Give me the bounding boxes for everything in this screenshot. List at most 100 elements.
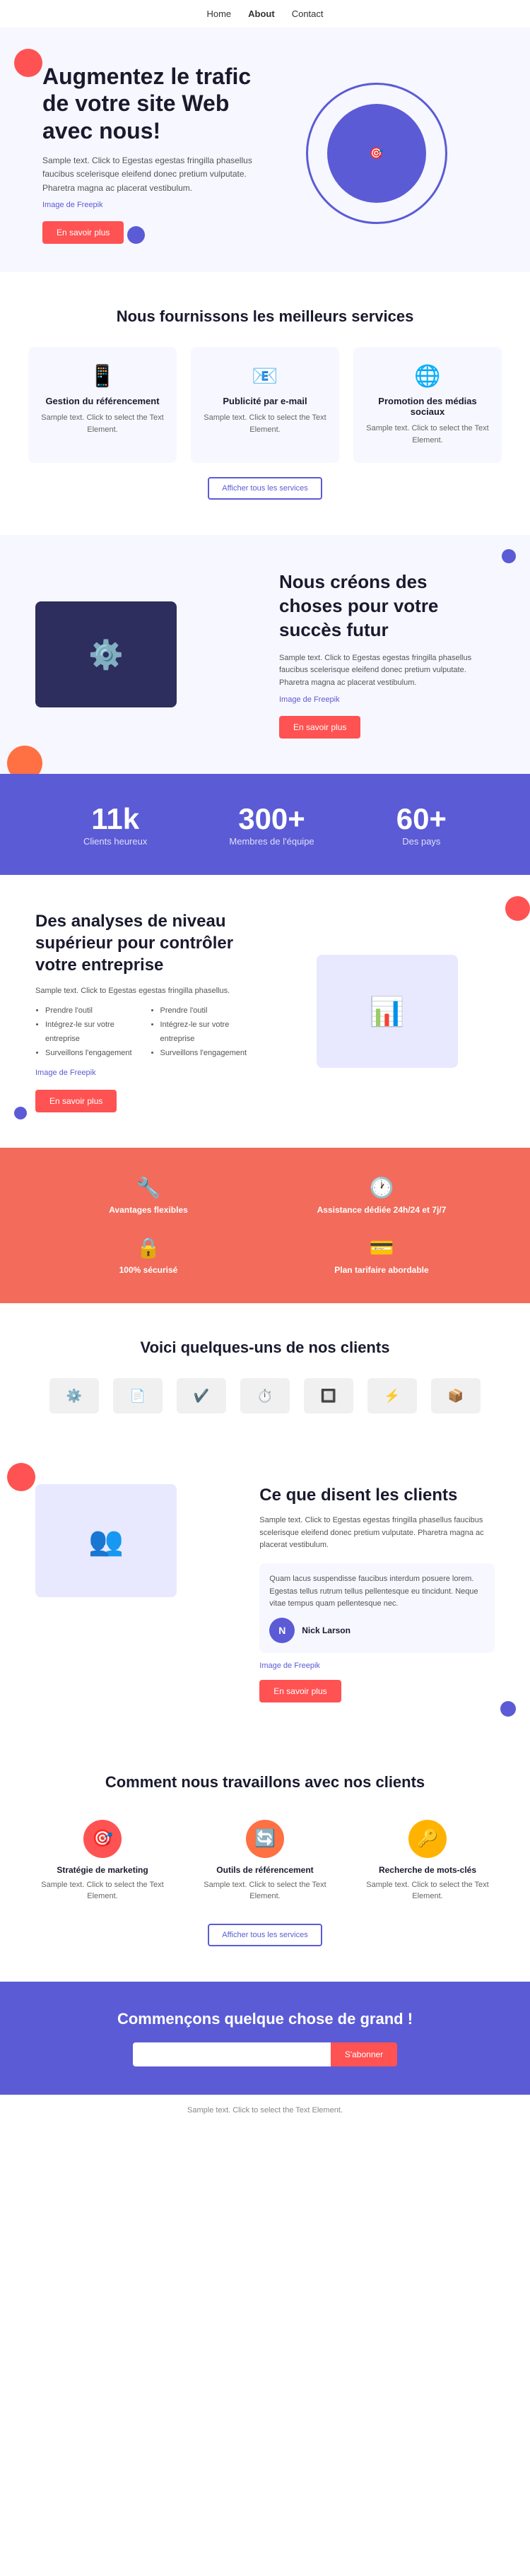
- hero-cta-button[interactable]: En savoir plus: [42, 221, 124, 244]
- analytics-section: Des analyses de niveau supérieur pour co…: [0, 875, 530, 1148]
- seo-icon: 🔄: [246, 1820, 284, 1858]
- service-desc-3: Sample text. Click to select the Text El…: [365, 423, 490, 446]
- list-item: Intégrez-le sur votre entreprise: [45, 1018, 136, 1047]
- how-card-desc-1: Sample text. Click to select the Text El…: [35, 1879, 170, 1902]
- client-logo-4: ⏱️: [240, 1378, 290, 1413]
- feature-item-4: 💳 Plan tarifaire abordable: [276, 1236, 488, 1275]
- hero-image-credit: Image de Freepik: [42, 199, 265, 212]
- analytics-list-col2: Prendre l'outil Intégrez-le sur votre en…: [151, 1004, 252, 1060]
- creation-title: Nous créons des choses pour votre succès…: [279, 570, 495, 642]
- service-icon-1: 📱: [40, 364, 165, 389]
- client-logo-1: ⚙️: [49, 1378, 99, 1413]
- logo-icon-3: ✔️: [194, 1389, 209, 1404]
- keywords-icon: 🔑: [408, 1820, 447, 1858]
- cta-subscribe-button[interactable]: S'abonner: [331, 2042, 397, 2066]
- feature-icon-2: 🕐: [370, 1176, 394, 1199]
- service-title-2: Publicité par e-mail: [202, 396, 328, 406]
- logo-icon-7: 📦: [448, 1389, 464, 1404]
- service-card-1: 📱 Gestion du référencement Sample text. …: [28, 347, 177, 463]
- navbar: Home About Contact: [0, 0, 530, 28]
- analytics-cta-button[interactable]: En savoir plus: [35, 1090, 117, 1112]
- clients-section: Voici quelques-uns de nos clients ⚙️ 📄 ✔…: [0, 1303, 530, 1449]
- feature-item-2: 🕐 Assistance dédiée 24h/24 et 7j/7: [276, 1176, 488, 1215]
- nav-home[interactable]: Home: [206, 8, 231, 19]
- footer-text: Sample text. Click to select the Text El…: [11, 2106, 519, 2115]
- feature-label-3: 100% sécurisé: [119, 1265, 178, 1275]
- analytics-description: Sample text. Click to Egestas egestas fr…: [35, 985, 251, 998]
- cta-email-input[interactable]: [133, 2042, 331, 2066]
- how-card-3: 🔑 Recherche de mots-clés Sample text. Cl…: [353, 1813, 502, 1910]
- hero-target-inner: 🎯: [327, 104, 426, 203]
- creation-image: ⚙️: [35, 601, 251, 707]
- features-section: 🔧 Avantages flexibles 🕐 Assistance dédié…: [0, 1148, 530, 1303]
- testimonial-section: 👥 Ce que disent les clients Sample text.…: [0, 1449, 530, 1738]
- stat-clients-label: Clients heureux: [83, 836, 147, 847]
- services-all-button[interactable]: Afficher tous les services: [208, 477, 322, 500]
- how-card-title-3: Recherche de mots-clés: [360, 1865, 495, 1875]
- testimonial-image: 👥: [35, 1484, 231, 1597]
- stat-countries-label: Des pays: [396, 836, 447, 847]
- how-work-section: Comment nous travaillons avec nos client…: [0, 1738, 530, 1982]
- feature-icon-4: 💳: [370, 1236, 394, 1259]
- how-card-2: 🔄 Outils de référencement Sample text. C…: [191, 1813, 339, 1910]
- list-item: Prendre l'outil: [45, 1004, 136, 1018]
- analytics-image-credit: Image de Freepik: [35, 1067, 251, 1080]
- how-card-1: 🎯 Stratégie de marketing Sample text. Cl…: [28, 1813, 177, 1910]
- footer: Sample text. Click to select the Text El…: [0, 2095, 530, 2126]
- logo-icon-1: ⚙️: [66, 1389, 82, 1404]
- feature-label-1: Avantages flexibles: [109, 1205, 188, 1215]
- stat-team-value: 300+: [229, 802, 314, 836]
- hero-title: Augmentez le trafic de votre site Web av…: [42, 63, 265, 144]
- chart-icon: 📊: [370, 995, 405, 1028]
- blob-red-creation: [7, 746, 42, 774]
- creation-text: Nous créons des choses pour votre succès…: [279, 570, 495, 739]
- creation-screen: ⚙️: [35, 601, 177, 707]
- nav-contact[interactable]: Contact: [292, 8, 324, 19]
- testimonial-cta-button[interactable]: En savoir plus: [259, 1680, 341, 1702]
- reviewer-avatar: N: [269, 1618, 295, 1643]
- service-icon-3: 🌐: [365, 364, 490, 389]
- reviewer-name: Nick Larson: [302, 1625, 351, 1635]
- how-card-title-1: Stratégie de marketing: [35, 1865, 170, 1875]
- creation-description: Sample text. Click to Egestas egestas fr…: [279, 652, 495, 690]
- list-item: Surveillons l'engagement: [45, 1047, 136, 1061]
- creation-cta-button[interactable]: En savoir plus: [279, 716, 360, 739]
- service-desc-2: Sample text. Click to select the Text El…: [202, 412, 328, 435]
- hero-text: Augmentez le trafic de votre site Web av…: [42, 63, 265, 244]
- feature-label-2: Assistance dédiée 24h/24 et 7j/7: [317, 1205, 447, 1215]
- blob-red-hero: [14, 49, 42, 77]
- how-work-all-button[interactable]: Afficher tous les services: [208, 1924, 322, 1946]
- clients-title: Voici quelques-uns de nos clients: [28, 1339, 502, 1357]
- stat-clients-value: 11k: [83, 802, 147, 836]
- client-logo-6: ⚡: [367, 1378, 417, 1413]
- creation-section: ⚙️ Nous créons des choses pour votre suc…: [0, 535, 530, 774]
- feature-label-4: Plan tarifaire abordable: [334, 1265, 428, 1275]
- logo-icon-5: 🔲: [321, 1389, 336, 1404]
- stat-clients: 11k Clients heureux: [83, 802, 147, 847]
- how-work-grid: 🎯 Stratégie de marketing Sample text. Cl…: [28, 1813, 502, 1910]
- client-logo-3: ✔️: [177, 1378, 226, 1413]
- blob-blue-creation: [502, 549, 516, 563]
- list-item: Prendre l'outil: [160, 1004, 252, 1018]
- list-item: Surveillons l'engagement: [160, 1047, 252, 1061]
- services-grid: 📱 Gestion du référencement Sample text. …: [28, 347, 502, 463]
- service-desc-1: Sample text. Click to select the Text El…: [40, 412, 165, 435]
- gear-icon: ⚙️: [88, 638, 124, 671]
- analytics-image: 📊: [279, 955, 495, 1068]
- how-card-desc-3: Sample text. Click to select the Text El…: [360, 1879, 495, 1902]
- client-logo-7: 📦: [431, 1378, 481, 1413]
- blob-red-test: [7, 1463, 35, 1491]
- analytics-list: Prendre l'outil Intégrez-le sur votre en…: [35, 1004, 251, 1060]
- marketing-icon: 🎯: [83, 1820, 122, 1858]
- testimonial-description: Sample text. Click to Egestas egestas fr…: [259, 1515, 495, 1552]
- nav-about[interactable]: About: [248, 8, 275, 19]
- services-section: Nous fournissons les meilleurs services …: [0, 272, 530, 535]
- service-icon-2: 📧: [202, 364, 328, 389]
- service-title-1: Gestion du référencement: [40, 396, 165, 406]
- testimonial-image-credit: Image de Freepik: [259, 1662, 495, 1670]
- creation-image-credit: Image de Freepik: [279, 694, 495, 707]
- analytics-text: Des analyses de niveau supérieur pour co…: [35, 910, 251, 1112]
- client-logo-5: 🔲: [304, 1378, 353, 1413]
- feature-icon-1: 🔧: [136, 1176, 161, 1199]
- logo-icon-2: 📄: [130, 1389, 146, 1404]
